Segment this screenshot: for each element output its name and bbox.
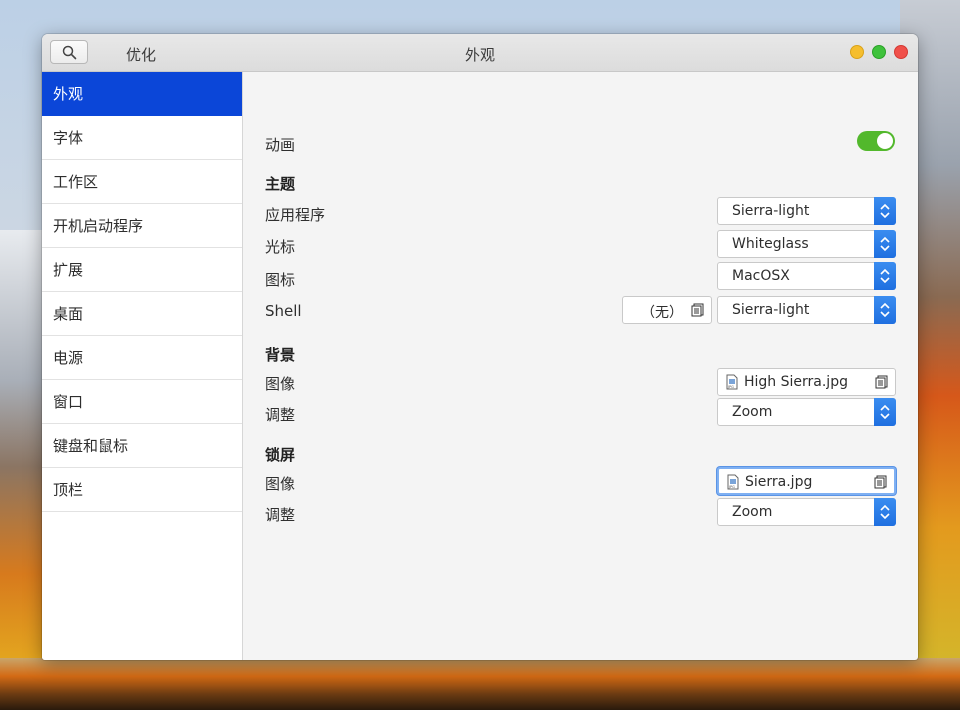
sidebar-item-top-bar[interactable]: 顶栏 bbox=[42, 468, 242, 512]
file-name: Sierra.jpg bbox=[745, 474, 813, 490]
combo-value: Zoom bbox=[732, 404, 773, 420]
shell-file-chooser[interactable]: （无） bbox=[622, 296, 712, 324]
svg-text:JPG: JPG bbox=[727, 385, 734, 389]
icons-theme-combo[interactable]: MacOSX bbox=[717, 262, 896, 290]
sidebar-item-extensions[interactable]: 扩展 bbox=[42, 248, 242, 292]
up-down-arrows-icon bbox=[874, 197, 896, 225]
combo-value: MacOSX bbox=[732, 268, 790, 284]
image-file-icon: JPG bbox=[727, 474, 739, 490]
up-down-arrows-icon bbox=[874, 398, 896, 426]
wallpaper-lake bbox=[0, 658, 960, 710]
sidebar-item-power[interactable]: 电源 bbox=[42, 336, 242, 380]
file-name: High Sierra.jpg bbox=[744, 374, 848, 390]
image-file-icon: JPG bbox=[726, 374, 738, 390]
lock-screen-adjust-label: 调整 bbox=[265, 506, 296, 524]
sidebar: 外观 字体 工作区 开机启动程序 扩展 桌面 电源 窗口 键盘和鼠标 顶栏 bbox=[42, 72, 243, 660]
combo-value: Sierra-light bbox=[732, 302, 810, 318]
theme-heading: 主题 bbox=[265, 175, 296, 193]
animation-toggle[interactable] bbox=[857, 131, 895, 151]
sidebar-item-keyboard-mouse[interactable]: 键盘和鼠标 bbox=[42, 424, 242, 468]
app-title: 优化 bbox=[126, 46, 157, 64]
cursor-theme-combo[interactable]: Whiteglass bbox=[717, 230, 896, 258]
close-button[interactable] bbox=[894, 45, 908, 59]
titlebar: 优化 外观 bbox=[42, 34, 918, 72]
page-title: 外观 bbox=[464, 46, 495, 64]
animation-label: 动画 bbox=[265, 136, 296, 154]
up-down-arrows-icon bbox=[874, 498, 896, 526]
folder-picker-icon bbox=[874, 475, 887, 489]
combo-value: Zoom bbox=[732, 504, 773, 520]
combo-value: Sierra-light bbox=[732, 203, 810, 219]
sidebar-item-desktop[interactable]: 桌面 bbox=[42, 292, 242, 336]
wallpaper-mountain-left bbox=[0, 230, 44, 660]
shell-theme-combo[interactable]: Sierra-light bbox=[717, 296, 896, 324]
up-down-arrows-icon bbox=[874, 296, 896, 324]
background-adjust-combo[interactable]: Zoom bbox=[717, 398, 896, 426]
sidebar-item-workspaces[interactable]: 工作区 bbox=[42, 160, 242, 204]
applications-label: 应用程序 bbox=[265, 206, 326, 224]
lock-screen-heading: 锁屏 bbox=[265, 446, 296, 464]
folder-picker-icon bbox=[691, 303, 704, 317]
svg-text:JPG: JPG bbox=[728, 485, 735, 489]
sidebar-item-appearance[interactable]: 外观 bbox=[42, 72, 242, 116]
background-adjust-label: 调整 bbox=[265, 406, 296, 424]
icons-label: 图标 bbox=[265, 271, 296, 289]
sidebar-item-fonts[interactable]: 字体 bbox=[42, 116, 242, 160]
folder-picker-icon bbox=[875, 375, 888, 389]
applications-theme-combo[interactable]: Sierra-light bbox=[717, 197, 896, 225]
maximize-button[interactable] bbox=[872, 45, 886, 59]
up-down-arrows-icon bbox=[874, 262, 896, 290]
lock-screen-adjust-combo[interactable]: Zoom bbox=[717, 498, 896, 526]
toggle-knob bbox=[877, 133, 893, 149]
search-button[interactable] bbox=[50, 40, 88, 64]
lock-screen-image-chooser[interactable]: JPG Sierra.jpg bbox=[717, 467, 896, 495]
lock-screen-image-label: 图像 bbox=[265, 475, 296, 493]
minimize-button[interactable] bbox=[850, 45, 864, 59]
background-image-chooser[interactable]: JPG High Sierra.jpg bbox=[717, 368, 896, 396]
sidebar-item-windows[interactable]: 窗口 bbox=[42, 380, 242, 424]
cursor-label: 光标 bbox=[265, 238, 296, 256]
search-icon bbox=[62, 45, 77, 60]
up-down-arrows-icon bbox=[874, 230, 896, 258]
background-heading: 背景 bbox=[265, 346, 296, 364]
combo-value: Whiteglass bbox=[732, 236, 809, 252]
file-name: （无） bbox=[641, 305, 683, 321]
sidebar-item-startup-apps[interactable]: 开机启动程序 bbox=[42, 204, 242, 248]
appearance-panel: 动画 主题 应用程序 Sierra-light 光标 Whiteglass 图标… bbox=[243, 72, 918, 660]
tweaks-window: 优化 外观 外观 字体 工作区 开机启动程序 扩展 桌面 电源 窗口 键盘和鼠标… bbox=[42, 34, 918, 660]
shell-label: Shell bbox=[265, 302, 302, 320]
background-image-label: 图像 bbox=[265, 375, 296, 393]
